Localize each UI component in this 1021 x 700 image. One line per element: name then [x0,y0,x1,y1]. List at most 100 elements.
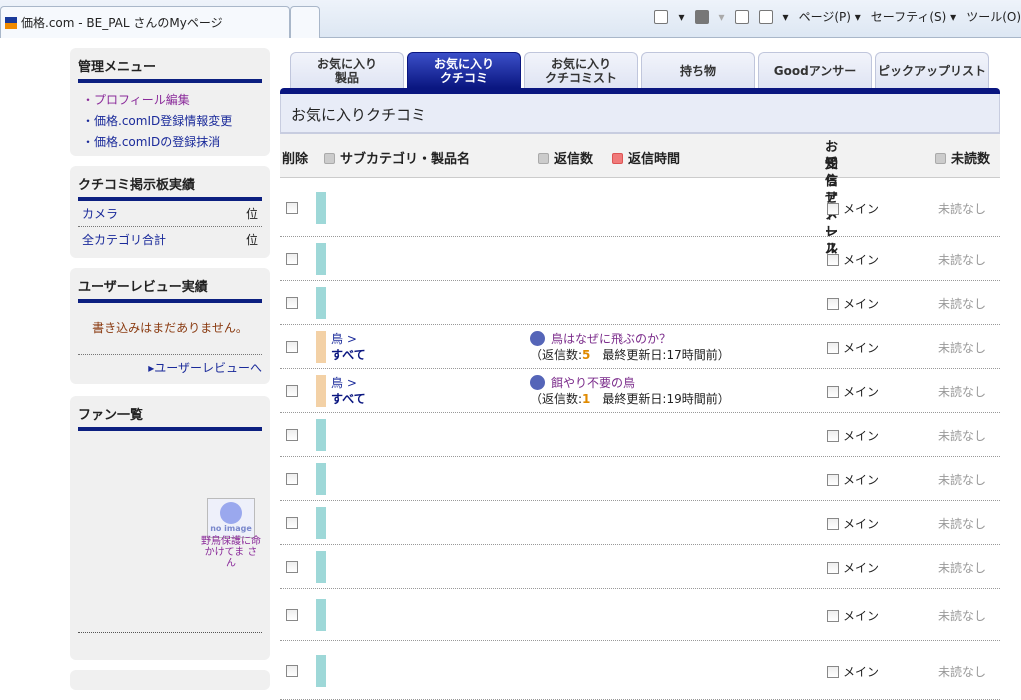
table-header: 削除 サブカテゴリ・製品名 返信数 返信時間 お知らせメール 受信アドレス 未読数 [280,134,1000,257]
col-unread[interactable]: 未読数 [935,148,990,167]
user-review-link[interactable]: ▸ユーザーレビューへ [70,355,270,380]
browser-tab[interactable]: 価格.com - BE_PAL さんのMyページ [0,6,290,38]
topic-title-link[interactable]: 鳥はなぜに飛ぶのか？ [551,332,671,346]
tab-4[interactable]: Goodアンサー [758,52,872,88]
tab-0[interactable]: お気に入り 製品 [290,52,404,88]
table-row: メイン 未読なし [280,589,1000,641]
category[interactable]: 鳥 > すべて [331,331,366,363]
mail-checkbox[interactable] [827,562,839,574]
rss-icon[interactable] [694,9,709,24]
delete-checkbox[interactable] [286,664,298,677]
stat-label[interactable]: 全カテゴリ合計 [82,231,166,248]
mail-setting: メイン [827,607,879,624]
sort-icon [324,153,335,164]
dropdown-icon[interactable]: ▾ [783,10,789,24]
smiley-icon [220,502,242,524]
id-delete-link[interactable]: ・価格.comIDの登録抹消 [70,131,270,152]
mail-checkbox[interactable] [827,430,839,442]
table-row: 鳥 > すべて 餌やり不要の鳥 （返信数:1 最終更新日:19時間前） メイン 未読な… [280,369,1000,413]
unread-count: 未読なし [938,561,987,575]
table-row: メイン 未読なし [280,281,1000,325]
new-tab-button[interactable] [290,6,320,38]
unread-count: 未読なし [938,664,987,679]
fan-list-box: ファン一覧 no image 野鳥保護に命かけてま さん [70,396,270,660]
tab-3[interactable]: 持ち物 [641,52,755,88]
admin-menu-title: 管理メニュー [78,56,262,83]
delete-checkbox[interactable] [286,473,298,485]
col-reply-time[interactable]: 返信時間 [612,148,680,167]
next-box [70,670,270,690]
home-icon[interactable] [654,9,669,24]
table-row: 鳥 > すべて 鳥はなぜに飛ぶのか？ （返信数:5 最終更新日:17時間前） メイン … [280,325,1000,369]
tab-2[interactable]: お気に入り クチコミスト [524,52,638,88]
col-subcat[interactable]: サブカテゴリ・製品名 [324,148,470,167]
category-color-bar [316,287,326,319]
tab-1[interactable]: お気に入り クチコミ [407,52,521,88]
user-review-title: ユーザーレビュー実績 [78,276,262,303]
mail-checkbox[interactable] [827,342,839,354]
mail-setting: メイン [827,427,879,444]
sort-icon [538,153,549,164]
mail-icon[interactable] [734,9,749,24]
table-row: メイン 未読なし [280,641,1000,700]
col-delete: 削除 [282,152,309,167]
mail-setting: メイン [827,295,879,312]
mail-checkbox[interactable] [827,298,839,310]
dropdown-icon[interactable]: ▾ [678,10,684,24]
fan-avatar[interactable]: no image [207,498,255,538]
profile-edit-link[interactable]: ・プロフィール編集 [70,89,270,110]
print-icon[interactable] [758,9,773,24]
mail-checkbox[interactable] [827,518,839,530]
category-color-bar [316,599,326,631]
delete-checkbox[interactable] [286,253,298,265]
admin-menu-box: 管理メニュー ・プロフィール編集 ・価格.comID登録情報変更 ・価格.com… [70,48,270,156]
category-color-bar [316,654,326,687]
tab-5[interactable]: ピックアップリスト [875,52,989,88]
delete-checkbox[interactable] [286,385,298,397]
stat-rank: 位 [245,233,258,247]
mail-setting: メイン [827,663,879,680]
category-color-bar [316,331,326,363]
topic-title-link[interactable]: 餌やり不要の鳥 [551,376,635,390]
unread-count: 未読なし [938,201,987,216]
category[interactable]: 鳥 > すべて [331,375,366,407]
delete-checkbox[interactable] [286,341,298,353]
unread-count: 未読なし [938,429,987,443]
dropdown-icon[interactable]: ▾ [719,10,725,24]
mail-checkbox[interactable] [827,474,839,486]
kuchikomi-stats-box: クチコミ掲示板実績 カメラ位 全カテゴリ合計 位 [70,166,270,258]
fan-list-title: ファン一覧 [78,404,262,431]
delete-checkbox[interactable] [286,297,298,309]
id-info-change-link[interactable]: ・価格.comID登録情報変更 [70,110,270,131]
mail-checkbox[interactable] [827,665,839,678]
mail-checkbox[interactable] [827,610,839,622]
stat-row-camera: カメラ 位 [78,201,262,227]
delete-checkbox[interactable] [286,201,298,214]
tools-menu[interactable]: ツール(O) [966,8,1021,25]
last-updated: 最終更新日:19時間前） [590,392,730,406]
last-updated: 最終更新日:17時間前） [590,348,730,362]
safety-menu[interactable]: セーフティ(S) ▾ [871,8,956,25]
sort-icon [935,153,946,164]
mail-checkbox[interactable] [827,386,839,398]
kuchikomi-stats-title: クチコミ掲示板実績 [78,174,262,201]
delete-checkbox[interactable] [286,429,298,441]
col-replies[interactable]: 返信数 [538,148,593,167]
delete-checkbox[interactable] [286,561,298,573]
mail-setting: メイン [827,339,879,356]
unread-count: 未読なし [938,341,987,355]
mail-checkbox[interactable] [827,202,839,215]
mail-checkbox[interactable] [827,254,839,266]
page-menu[interactable]: ページ(P) ▾ [799,8,861,25]
delete-checkbox[interactable] [286,517,298,529]
category-color-bar [316,243,326,275]
mail-setting: メイン [827,471,879,488]
mail-setting: メイン [827,559,879,576]
browser-chrome: 価格.com - BE_PAL さんのMyページ ▾ ▾ ▾ ページ(P) ▾ … [0,0,1021,38]
question-icon [530,331,545,346]
category-color-bar [316,551,326,583]
stat-label[interactable]: カメラ [82,205,118,222]
category-color-bar [316,375,326,407]
fan-name-link[interactable]: 野鳥保護に命かけてま さん [200,536,262,569]
delete-checkbox[interactable] [286,609,298,621]
